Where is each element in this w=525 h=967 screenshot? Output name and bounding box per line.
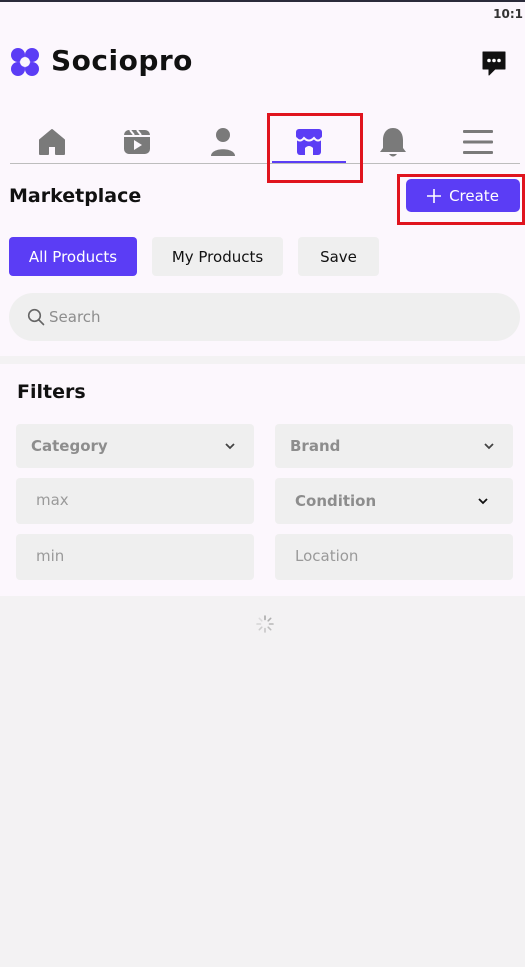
nav-divider [10,163,520,164]
search-bar [9,293,520,341]
filters-title: Filters [17,381,86,403]
chevron-down-icon [484,443,494,450]
location-input[interactable] [295,544,495,568]
highlight-box-marketplace [267,113,363,183]
page-title: Marketplace [9,185,142,207]
loading-spinner-icon [256,615,274,633]
filters-panel: Filters Category Brand Condition [0,364,525,596]
tab-label: My Products [171,247,264,266]
tab-label: Save [320,247,357,266]
status-time: 10:1 [493,7,523,21]
app-brand-name: Sociopro [51,44,193,77]
menu-icon [463,130,493,154]
min-price-field[interactable] [16,534,254,580]
nav-home[interactable] [15,122,89,162]
sociopro-logo-icon [11,48,39,76]
max-price-field[interactable] [16,478,254,524]
category-select[interactable]: Category [16,424,254,468]
plus-icon [427,188,442,203]
bell-icon [380,128,406,157]
search-input[interactable] [49,305,489,329]
nav-notifications[interactable] [356,122,430,162]
status-bar: 10:1 [0,2,525,26]
max-price-input[interactable] [36,488,236,512]
tab-my-products[interactable]: My Products [152,237,283,276]
tab-all-products[interactable]: All Products [9,237,137,276]
messenger-icon[interactable] [480,49,508,77]
search-icon [27,308,45,326]
condition-select[interactable]: Condition [275,478,513,524]
tab-save[interactable]: Save [298,237,379,276]
create-button[interactable]: Create [406,179,520,212]
nav-profile[interactable] [186,122,260,162]
condition-select-label: Condition [295,492,377,510]
home-icon [39,129,65,155]
create-button-label: Create [449,186,499,205]
brand-select[interactable]: Brand [275,424,513,468]
nav-reels[interactable] [100,122,174,162]
chevron-down-icon [478,498,488,505]
profile-icon [211,128,235,156]
reels-icon [124,129,150,154]
chevron-down-icon [225,443,235,450]
tab-label: All Products [28,247,118,266]
nav-menu[interactable] [441,122,515,162]
location-field[interactable] [275,534,513,580]
brand-select-label: Brand [290,437,341,455]
category-select-label: Category [31,437,108,455]
min-price-input[interactable] [36,544,236,568]
